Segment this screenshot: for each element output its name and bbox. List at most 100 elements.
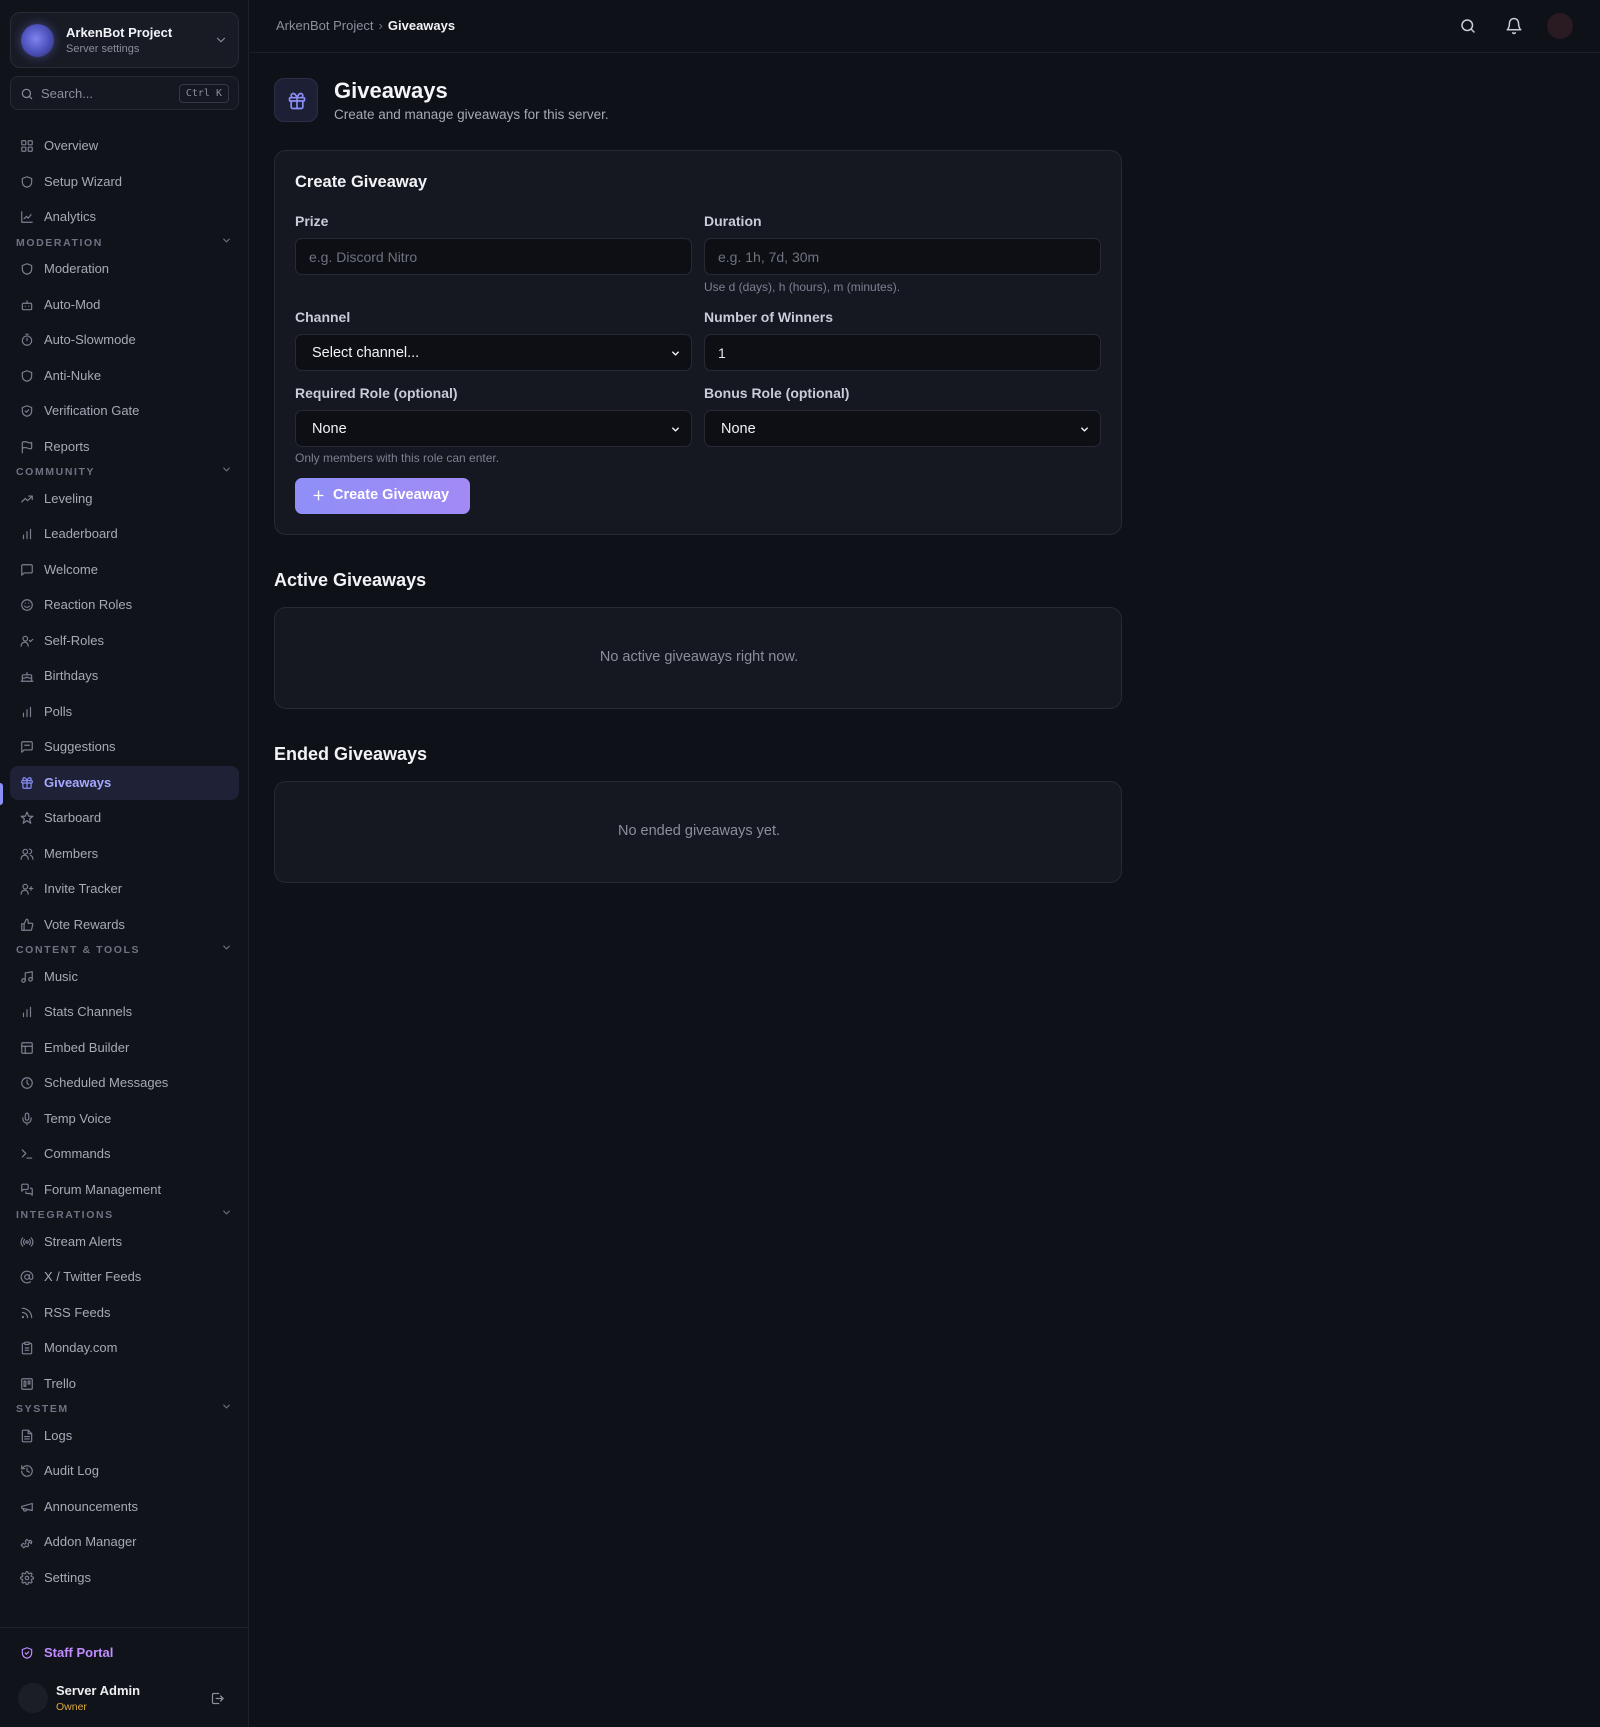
section-label: SYSTEM — [16, 1403, 69, 1415]
sidebar-item-commands[interactable]: Commands — [10, 1137, 239, 1171]
sidebar-item-starboard[interactable]: Starboard — [10, 801, 239, 835]
thumbs-up-icon — [21, 918, 34, 931]
sidebar-item-announcements[interactable]: Announcements — [10, 1490, 239, 1524]
music-icon — [21, 970, 33, 983]
sidebar-item-leaderboard[interactable]: Leaderboard — [10, 517, 239, 551]
sidebar-item-moderation[interactable]: Moderation — [10, 252, 239, 286]
sidebar: ArkenBot Project Server settings Search.… — [0, 0, 249, 1727]
sidebar-section-moderation[interactable]: MODERATION — [16, 233, 238, 249]
shield-check-icon — [21, 1647, 33, 1659]
sidebar-item-stats-channels[interactable]: Stats Channels — [10, 995, 239, 1029]
sidebar-item-welcome[interactable]: Welcome — [10, 553, 239, 587]
sidebar-item-leveling[interactable]: Leveling — [10, 482, 239, 516]
bonus-role-select[interactable]: None — [704, 410, 1101, 447]
sidebar-item-invite-tracker[interactable]: Invite Tracker — [10, 872, 239, 906]
sidebar-item-overview[interactable]: Overview — [10, 129, 239, 163]
search-shortcut: Ctrl K — [178, 84, 229, 103]
sidebar-item-scheduled-messages[interactable]: Scheduled Messages — [10, 1066, 239, 1100]
sidebar-item-label: Analytics — [44, 209, 97, 224]
create-giveaway-button[interactable]: Create Giveaway — [295, 478, 470, 514]
sidebar-item-verification-gate[interactable]: Verification Gate — [10, 394, 239, 428]
sidebar-section-integrations[interactable]: INTEGRATIONS — [16, 1205, 238, 1221]
sidebar-item-embed-builder[interactable]: Embed Builder — [10, 1031, 239, 1065]
sidebar-item-members[interactable]: Members — [10, 837, 239, 871]
chevron-down-icon — [1081, 427, 1088, 432]
sidebar-item-label: Invite Tracker — [44, 881, 123, 896]
sidebar-item-birthdays[interactable]: Birthdays — [10, 659, 239, 693]
search-icon[interactable] — [1459, 17, 1477, 35]
sidebar-item-settings[interactable]: Settings — [10, 1561, 239, 1595]
terminal-icon — [21, 1149, 33, 1159]
sidebar-item-x-twitter-feeds[interactable]: X / Twitter Feeds — [10, 1260, 239, 1294]
sidebar-item-music[interactable]: Music — [10, 960, 239, 994]
sidebar-item-label: Moderation — [44, 261, 110, 276]
sidebar-item-setup-wizard[interactable]: Setup Wizard — [10, 165, 239, 199]
shield-icon — [21, 175, 33, 188]
sidebar-section-system[interactable]: SYSTEM — [16, 1399, 238, 1415]
sidebar-item-stream-alerts[interactable]: Stream Alerts — [10, 1225, 239, 1259]
sidebar-item-auto-mod[interactable]: Auto-Mod — [10, 288, 239, 322]
sidebar-item-label: Addon Manager — [44, 1534, 137, 1549]
active-giveaways-title: Active Giveaways — [274, 570, 427, 590]
grid-icon — [21, 140, 33, 152]
sidebar-item-reports[interactable]: Reports — [10, 430, 239, 464]
server-switcher[interactable]: ArkenBot Project Server settings — [10, 12, 239, 68]
page-subtitle: Create and manage giveaways for this ser… — [334, 107, 609, 122]
prize-input[interactable] — [295, 238, 692, 275]
sidebar-item-giveaways[interactable]: Giveaways — [10, 765, 239, 800]
sidebar-item-label: Members — [44, 845, 99, 861]
sidebar-item-vote-rewards[interactable]: Vote Rewards — [10, 908, 239, 942]
sidebar-item-audit-log[interactable]: Audit Log — [10, 1454, 239, 1488]
sidebar-item-forum-management[interactable]: Forum Management — [10, 1173, 239, 1207]
sidebar-item-label: Settings — [44, 1569, 91, 1585]
sidebar-item-label: Welcome — [44, 561, 98, 577]
breadcrumb-parent[interactable]: ArkenBot Project — [276, 18, 374, 33]
sidebar-search[interactable]: Search... Ctrl K — [10, 76, 239, 110]
channel-select[interactable]: Select channel... — [295, 334, 692, 371]
gift-icon — [21, 776, 33, 789]
at-sign-icon — [20, 1270, 34, 1284]
sidebar-item-label: Giveaways — [44, 774, 112, 790]
trello-icon — [21, 1377, 33, 1390]
user-name: Server Admin — [56, 1683, 141, 1698]
sidebar-item-addon-manager[interactable]: Addon Manager — [10, 1525, 239, 1559]
sidebar-item-label: Monday.com — [44, 1340, 118, 1355]
sidebar-item-label: X / Twitter Feeds — [44, 1269, 142, 1284]
sidebar-item-polls[interactable]: Polls — [10, 695, 239, 729]
sidebar-item-auto-slowmode[interactable]: Auto-Slowmode — [10, 323, 239, 357]
sidebar-item-trello[interactable]: Trello — [10, 1367, 239, 1401]
section-label: COMMUNITY — [16, 466, 96, 478]
channel-label: Channel — [295, 309, 351, 325]
message-square-icon — [21, 741, 33, 753]
sidebar-item-anti-nuke[interactable]: Anti-Nuke — [10, 359, 239, 393]
required-role-value: None — [312, 421, 347, 437]
sidebar-item-temp-voice[interactable]: Temp Voice — [10, 1102, 239, 1136]
puzzle-icon — [20, 1538, 33, 1549]
avatar[interactable] — [1547, 13, 1573, 39]
sidebar-section-community[interactable]: COMMUNITY — [16, 462, 238, 478]
sidebar-item-rss-feeds[interactable]: RSS Feeds — [10, 1296, 239, 1330]
duration-input[interactable] — [704, 238, 1101, 275]
sidebar-item-analytics[interactable]: Analytics — [10, 200, 239, 234]
winners-label: Number of Winners — [704, 309, 833, 325]
required-role-select[interactable]: None — [295, 410, 692, 447]
page-title: Giveaways — [334, 78, 448, 103]
sidebar-item-reaction-roles[interactable]: Reaction Roles — [10, 588, 239, 622]
bell-icon[interactable] — [1505, 17, 1523, 35]
chevron-down-icon — [223, 1210, 230, 1215]
bonus-role-value: None — [721, 421, 756, 437]
clipboard-icon — [21, 1341, 33, 1355]
sidebar-item-monday-com[interactable]: Monday.com — [10, 1331, 239, 1365]
staff-portal-link[interactable]: Staff Portal — [10, 1636, 239, 1670]
sidebar-item-label: Leaderboard — [44, 526, 118, 541]
sidebar-item-label: Audit Log — [44, 1463, 99, 1478]
sidebar-item-self-roles[interactable]: Self-Roles — [10, 624, 239, 658]
winners-input[interactable] — [704, 334, 1101, 371]
breadcrumb: ArkenBot Project › Giveaways — [276, 18, 455, 33]
logout-icon[interactable] — [210, 1691, 225, 1706]
sidebar-item-suggestions[interactable]: Suggestions — [10, 730, 239, 764]
user-profile[interactable]: Server Admin Owner — [10, 1676, 239, 1722]
sidebar-section-content-tools[interactable]: CONTENT & TOOLS — [16, 940, 238, 956]
megaphone-icon — [21, 1502, 33, 1512]
sidebar-item-logs[interactable]: Logs — [10, 1419, 239, 1453]
